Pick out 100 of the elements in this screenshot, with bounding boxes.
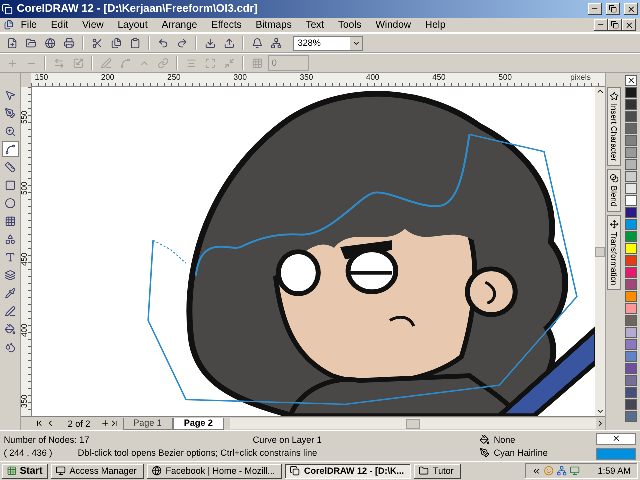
- vertical-scrollbar[interactable]: [595, 87, 605, 416]
- color-swatch[interactable]: [625, 279, 637, 290]
- network-icon[interactable]: [556, 466, 567, 476]
- page-tab[interactable]: Page 2: [173, 418, 224, 430]
- undo-icon: [158, 38, 168, 48]
- ruler-unit: pixels: [570, 73, 591, 82]
- scroll-thumb[interactable]: [406, 418, 420, 428]
- taskbar-button[interactable]: CorelDRAW 12 - [D:\K...: [285, 464, 412, 478]
- close-button[interactable]: [624, 3, 638, 15]
- color-swatch[interactable]: [625, 339, 637, 350]
- color-swatch[interactable]: [625, 267, 637, 278]
- horizontal-scrollbar[interactable]: [230, 418, 596, 429]
- cursor-coordinates: ( 244 , 436 ): [4, 448, 54, 458]
- color-swatch[interactable]: [625, 99, 637, 110]
- color-swatch[interactable]: [625, 147, 637, 158]
- color-swatch[interactable]: [625, 315, 637, 326]
- restore-button[interactable]: [606, 3, 620, 15]
- window-icon: [290, 466, 300, 476]
- color-swatch[interactable]: [625, 87, 637, 98]
- restore-button[interactable]: [608, 19, 622, 31]
- page-tab[interactable]: Page 1: [122, 418, 174, 430]
- paint-bucket-icon: [4, 324, 16, 334]
- color-swatch[interactable]: [625, 291, 637, 302]
- window-title: CorelDRAW 12 - [D:\Kerjaan\Freeform\OI3.cdr]: [17, 3, 259, 15]
- chevron-icon[interactable]: [532, 466, 541, 476]
- menu-item[interactable]: File: [14, 20, 44, 30]
- curve-tool[interactable]: [2, 141, 18, 157]
- network-icon: [270, 38, 282, 48]
- menu-item[interactable]: Layout: [110, 20, 155, 30]
- color-swatch[interactable]: [625, 387, 637, 398]
- taskbar-button[interactable]: Access Manager: [50, 464, 144, 478]
- color-swatch[interactable]: [625, 219, 637, 230]
- last-page-icon[interactable]: [110, 419, 119, 428]
- menu-item[interactable]: Text: [298, 20, 332, 30]
- cut-icon: [92, 38, 102, 48]
- docker-tab[interactable]: Blend: [607, 169, 621, 212]
- menu-item[interactable]: View: [75, 20, 111, 30]
- fill-info: None: [494, 434, 516, 444]
- import-icon: [204, 38, 216, 48]
- pointer-icon: [4, 90, 16, 100]
- color-swatch[interactable]: [625, 399, 637, 410]
- ruler-label: 300: [234, 73, 248, 82]
- color-swatch[interactable]: [625, 255, 637, 266]
- menu-item[interactable]: Edit: [44, 20, 76, 30]
- previous-page-icon[interactable]: [46, 419, 55, 428]
- drawing-canvas[interactable]: [32, 87, 595, 416]
- menu-item[interactable]: Arrange: [154, 20, 204, 30]
- color-swatch[interactable]: [625, 195, 637, 206]
- extend-icon: [204, 58, 216, 68]
- color-swatch[interactable]: [625, 375, 637, 386]
- zoom-dropdown[interactable]: 328%: [293, 36, 363, 50]
- menu-item[interactable]: Effects: [204, 20, 249, 30]
- color-swatch[interactable]: [625, 303, 637, 314]
- taskbar-button[interactable]: Facebook | Home - Mozill...: [146, 464, 282, 478]
- menu-item[interactable]: Bitmaps: [248, 20, 299, 30]
- color-swatch[interactable]: [625, 351, 637, 362]
- ruler-label: 550: [20, 110, 30, 124]
- export-icon: [224, 38, 234, 48]
- close-button[interactable]: [622, 19, 636, 31]
- color-swatch[interactable]: [625, 159, 637, 170]
- color-swatch[interactable]: [625, 327, 637, 338]
- color-swatch[interactable]: [625, 243, 637, 254]
- outline-info: Cyan Hairline: [494, 448, 548, 458]
- color-swatch[interactable]: [625, 111, 637, 122]
- docker-tab[interactable]: Transformation: [607, 214, 621, 290]
- docker-tab[interactable]: Insert Character: [607, 87, 621, 166]
- ruler-label: 500: [20, 182, 30, 196]
- ruler-label: 500: [498, 73, 512, 82]
- add-page-icon[interactable]: [100, 419, 110, 428]
- color-swatch[interactable]: [625, 183, 637, 194]
- add-node-icon: [6, 58, 18, 68]
- app-icon: [2, 4, 13, 14]
- circle-icon: [4, 198, 16, 208]
- no-color-swatch[interactable]: [625, 75, 637, 86]
- droplets-icon: [4, 342, 16, 352]
- color-swatch[interactable]: [625, 135, 637, 146]
- taskbar-button[interactable]: Tutor: [414, 464, 461, 478]
- ruler-label: 450: [432, 73, 446, 82]
- menu-item[interactable]: Window: [368, 20, 418, 30]
- color-swatch[interactable]: [625, 123, 637, 134]
- first-page-icon[interactable]: [35, 419, 44, 428]
- open-folder-icon: [26, 38, 36, 48]
- ruler-icon: [4, 162, 16, 172]
- color-swatch[interactable]: [625, 171, 637, 182]
- menu-item[interactable]: Tools: [331, 20, 369, 30]
- minimize-button[interactable]: [588, 3, 602, 15]
- color-swatch[interactable]: [625, 363, 637, 374]
- color-swatch[interactable]: [625, 411, 637, 422]
- star-icon: [610, 92, 618, 101]
- scroll-thumb[interactable]: [595, 246, 605, 256]
- select-nodes-icon: [252, 58, 262, 68]
- print-icon: [64, 38, 74, 48]
- bezier-curve-drawing[interactable]: [148, 134, 578, 406]
- start-button[interactable]: Start: [2, 464, 48, 478]
- minimize-button[interactable]: [594, 19, 608, 31]
- join-nodes-icon: [54, 58, 64, 68]
- color-swatch[interactable]: [625, 231, 637, 242]
- monitor-icon[interactable]: [570, 466, 580, 476]
- color-swatch[interactable]: [625, 207, 637, 218]
- menu-item[interactable]: Help: [418, 20, 453, 30]
